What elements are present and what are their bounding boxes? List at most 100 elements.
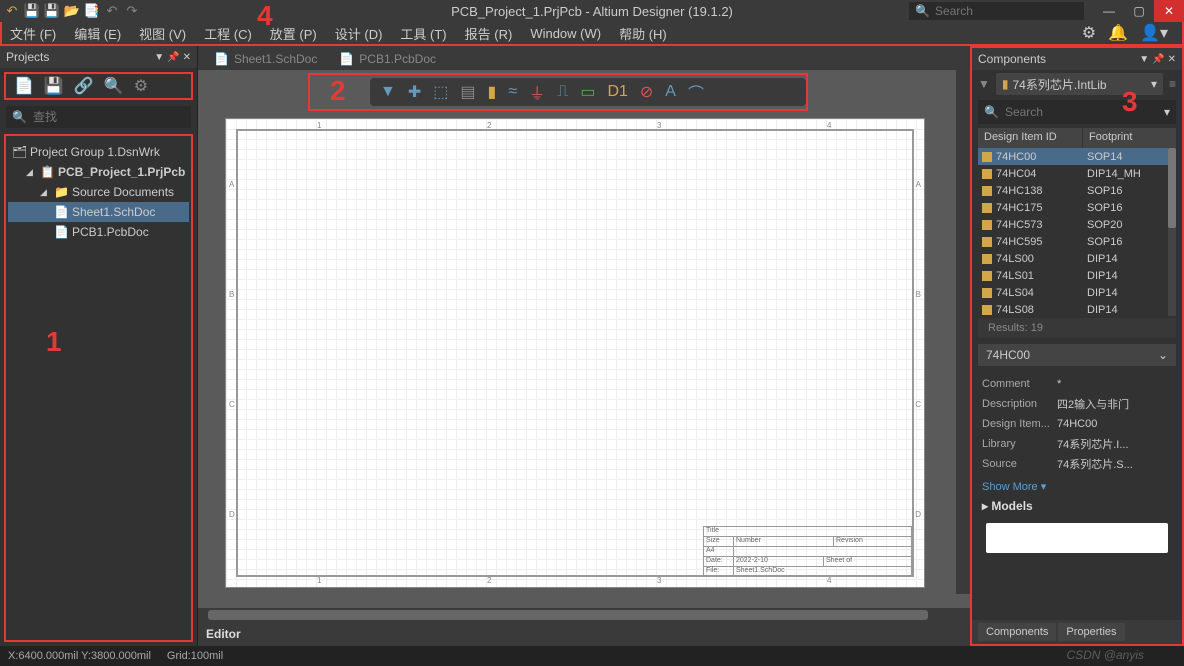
menu-help[interactable]: 帮助 (H): [615, 22, 671, 45]
filter-icon[interactable]: ▼: [978, 77, 990, 91]
align-icon[interactable]: ▤: [460, 82, 475, 102]
settings-icon[interactable]: ⚙: [1082, 23, 1096, 43]
user-icon[interactable]: 👤▾: [1140, 23, 1168, 43]
list-item[interactable]: 74LS01DIP14: [978, 267, 1176, 284]
models-header[interactable]: ▸ Models: [972, 495, 1182, 517]
expand-icon[interactable]: ◢: [26, 167, 36, 178]
menu-file[interactable]: 文件 (F): [6, 22, 60, 45]
list-item[interactable]: 74HC175SOP16: [978, 199, 1176, 216]
list-item[interactable]: 74LS04DIP14: [978, 284, 1176, 301]
vertical-scrollbar[interactable]: [956, 70, 970, 594]
list-item[interactable]: 74LS00DIP14: [978, 250, 1176, 267]
options-icon[interactable]: ⚙: [134, 76, 148, 96]
menu-view[interactable]: 视图 (V): [135, 22, 190, 45]
chip-icon: [982, 169, 992, 179]
menu-bar: 文件 (F) 编辑 (E) 视图 (V) 工程 (C) 放置 (P) 设计 (D…: [0, 22, 1184, 46]
status-coords: X:6400.000mil Y:3800.000mil: [8, 650, 151, 662]
components-title: Components: [978, 52, 1046, 66]
tab-components[interactable]: Components: [978, 623, 1056, 641]
cross-icon[interactable]: ✚: [408, 82, 421, 102]
save-icon[interactable]: 💾: [24, 3, 40, 19]
projects-panel: Projects ▼ 📌 ✕ 📄 💾 🔗 🔍 ⚙ 🔍 🗂 Project Gro…: [0, 46, 198, 646]
selected-component[interactable]: 74HC00 ⌄: [978, 344, 1176, 366]
open-icon[interactable]: 📂: [64, 3, 80, 19]
search-proj-icon[interactable]: 🔍: [104, 76, 124, 96]
panel-pin-icon[interactable]: 📌: [1152, 54, 1164, 65]
tab-sheet1[interactable]: 📄 Sheet1.SchDoc: [204, 48, 327, 70]
list-item[interactable]: 74HC00SOP14: [978, 148, 1176, 165]
panel-pin-icon[interactable]: 📌: [167, 52, 179, 63]
tab-pcb1[interactable]: 📄 PCB1.PcbDoc: [329, 48, 446, 70]
components-list: 74HC00SOP1474HC04DIP14_MH74HC138SOP1674H…: [978, 148, 1176, 316]
minimize-button[interactable]: —: [1094, 0, 1124, 22]
list-item[interactable]: 74HC573SOP20: [978, 216, 1176, 233]
horizontal-scrollbar[interactable]: [198, 608, 970, 622]
tree-group[interactable]: 🗂 Project Group 1.DsnWrk: [8, 142, 189, 162]
schematic-sheet[interactable]: 1 2 3 4 1 2 3 4 A B C D A B C D: [225, 118, 925, 588]
filter-icon[interactable]: ▼: [380, 83, 396, 101]
tree-folder[interactable]: ◢ 📁 Source Documents: [8, 182, 189, 202]
undo-icon[interactable]: ↶: [104, 3, 120, 19]
dropdown-icon[interactable]: ▾: [1164, 105, 1170, 119]
save-all-icon[interactable]: 💾: [44, 3, 60, 19]
menu-icon[interactable]: ≡: [1169, 77, 1176, 91]
list-scrollbar[interactable]: [1168, 148, 1176, 316]
tree-doc-pcb[interactable]: 📄 PCB1.PcbDoc: [8, 222, 189, 242]
col-design-item[interactable]: Design Item ID: [978, 128, 1083, 148]
list-item[interactable]: 74HC595SOP16: [978, 233, 1176, 250]
projects-search[interactable]: 🔍: [6, 106, 191, 128]
projects-search-input[interactable]: [33, 110, 185, 124]
expand-icon[interactable]: ◢: [40, 187, 50, 198]
list-item[interactable]: 74HC138SOP16: [978, 182, 1176, 199]
list-item[interactable]: 74LS08DIP14: [978, 301, 1176, 316]
close-button[interactable]: ✕: [1154, 0, 1184, 22]
part-icon[interactable]: ▮: [488, 82, 497, 102]
search-input[interactable]: [935, 4, 1075, 18]
arc-icon[interactable]: ⌒: [688, 80, 704, 104]
col-footprint[interactable]: Footprint: [1083, 128, 1176, 148]
redo-icon[interactable]: ↷: [124, 3, 140, 19]
menu-place[interactable]: 放置 (P): [266, 22, 321, 45]
tree-doc-sch[interactable]: 📄 Sheet1.SchDoc: [8, 202, 189, 222]
notifications-icon[interactable]: 🔔: [1108, 23, 1128, 43]
document-tabs: 📄 Sheet1.SchDoc 📄 PCB1.PcbDoc: [198, 46, 970, 70]
menu-tools[interactable]: 工具 (T): [396, 22, 450, 45]
global-search[interactable]: 🔍: [909, 2, 1084, 20]
menu-window[interactable]: Window (W): [526, 24, 605, 43]
noerc-icon[interactable]: ⊘: [640, 82, 653, 102]
pcbdoc-icon: 📄: [339, 52, 354, 66]
panel-close-icon[interactable]: ✕: [1168, 54, 1176, 65]
tree-project[interactable]: ◢ 📋 PCB_Project_1.PrjPcb: [8, 162, 189, 182]
menu-report[interactable]: 报告 (R): [461, 22, 517, 45]
menu-edit[interactable]: 编辑 (E): [70, 22, 125, 45]
menu-project[interactable]: 工程 (C): [200, 22, 256, 45]
compile-icon[interactable]: 🔗: [74, 76, 94, 96]
canvas[interactable]: 2 ▼ ✚ ⬚ ▤ ▮ ≈ ⏚ ⎍ ▭ D1 ⊘ A ⌒: [198, 70, 970, 608]
panel-dropdown-icon[interactable]: ▼: [154, 52, 164, 63]
components-search-input[interactable]: [1005, 105, 1158, 119]
power-icon[interactable]: ⎍: [557, 83, 568, 101]
panel-dropdown-icon[interactable]: ▼: [1139, 54, 1149, 65]
menu-design[interactable]: 设计 (D): [331, 22, 387, 45]
editor-label[interactable]: Editor: [206, 627, 241, 641]
files-icon[interactable]: 📑: [84, 3, 100, 19]
tab-properties[interactable]: Properties: [1058, 623, 1124, 641]
show-more-link[interactable]: Show More ▾: [972, 478, 1182, 495]
chip-icon: [982, 203, 992, 213]
gnd-icon[interactable]: ⏚: [529, 80, 545, 104]
text-icon[interactable]: A: [665, 83, 676, 101]
select-icon[interactable]: ⬚: [433, 82, 448, 102]
wire-icon[interactable]: ≈: [508, 83, 517, 101]
components-search[interactable]: 🔍 ▾: [978, 100, 1176, 124]
net-icon[interactable]: ▭: [580, 82, 595, 102]
maximize-button[interactable]: ▢: [1124, 0, 1154, 22]
panel-close-icon[interactable]: ✕: [183, 52, 191, 63]
library-select[interactable]: ▮ 74系列芯片.IntLib ▾: [996, 73, 1163, 95]
back-icon[interactable]: ↶: [4, 3, 20, 19]
chip-icon: [982, 254, 992, 264]
title-bar: ↶ 💾 💾 📂 📑 ↶ ↷ PCB_Project_1.PrjPcb - Alt…: [0, 0, 1184, 22]
save-proj-icon[interactable]: 💾: [44, 76, 64, 96]
label-icon[interactable]: D1: [607, 83, 627, 101]
new-doc-icon[interactable]: 📄: [14, 76, 34, 96]
list-item[interactable]: 74HC04DIP14_MH: [978, 165, 1176, 182]
